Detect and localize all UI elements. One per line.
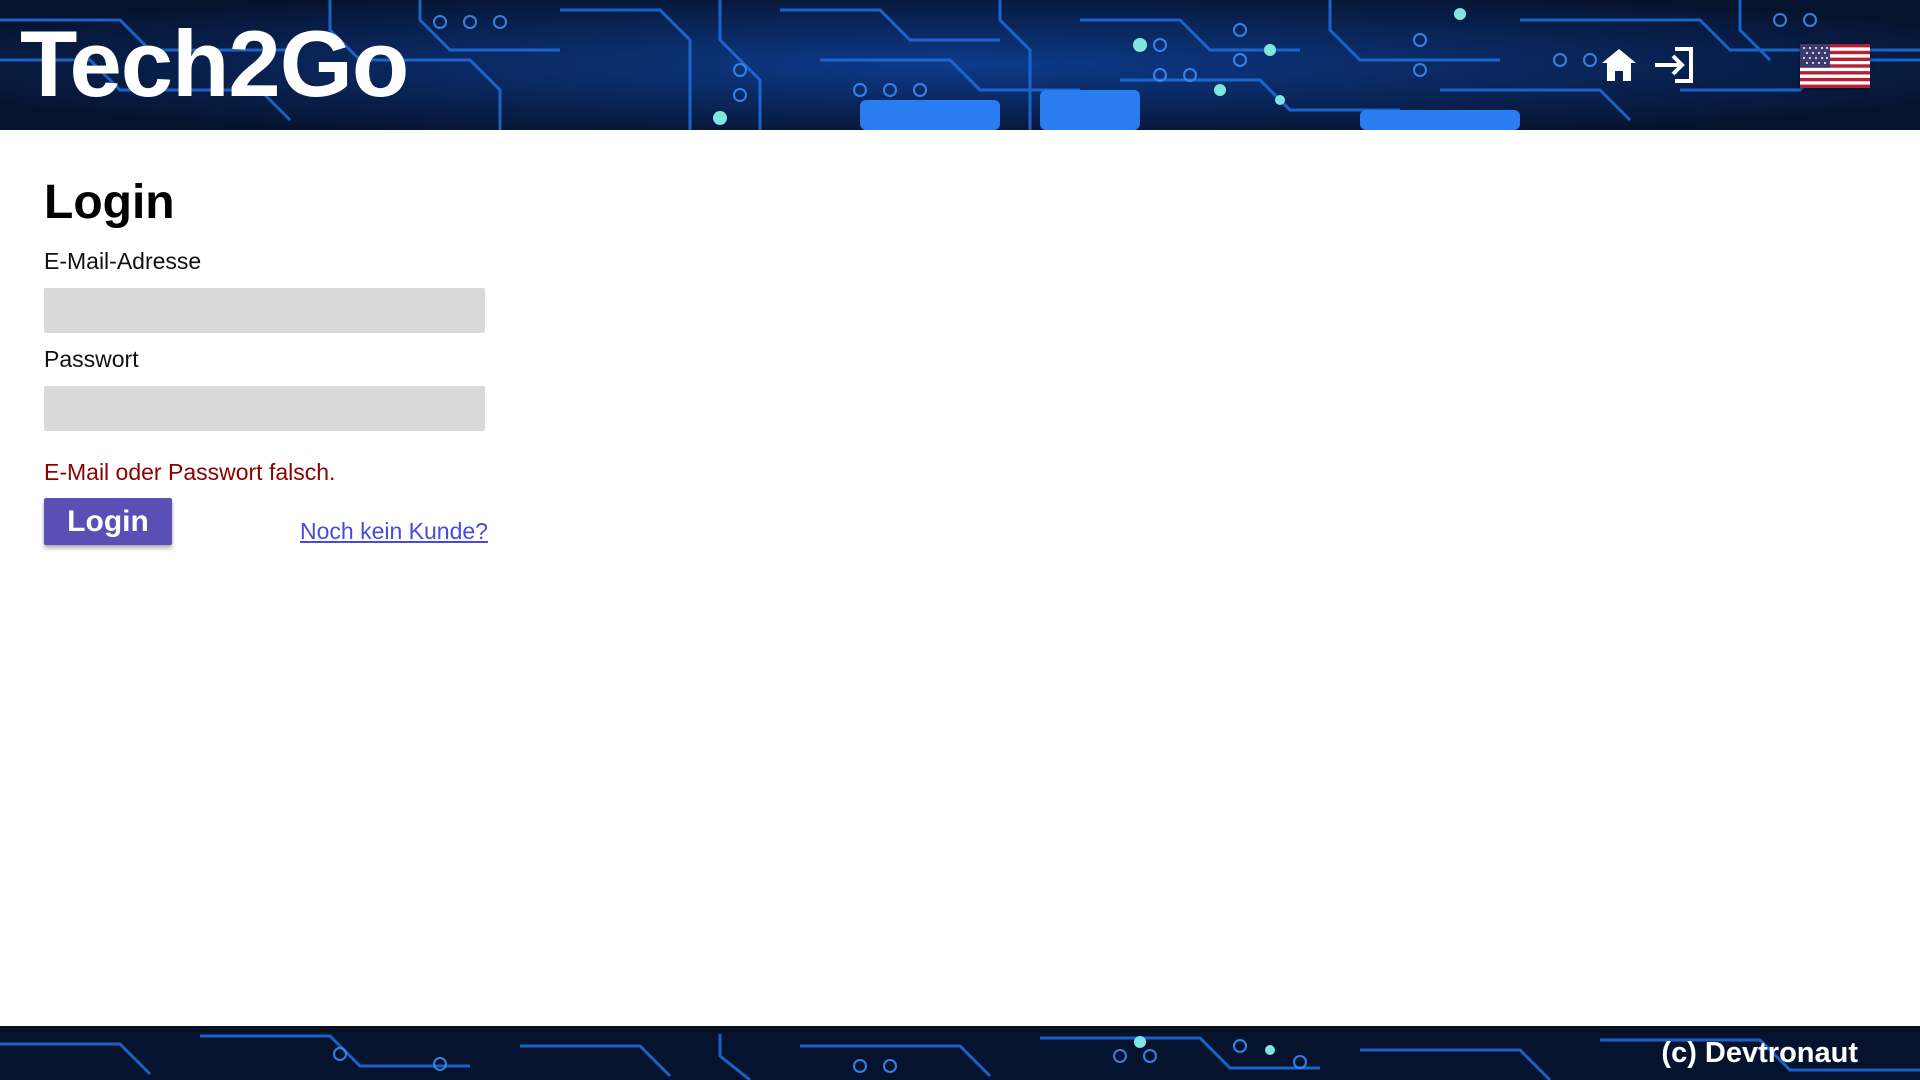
us-flag-icon[interactable]: [1800, 44, 1870, 88]
login-arrow-icon: [1655, 47, 1693, 83]
header-banner: Tech2Go: [0, 0, 1920, 130]
register-link[interactable]: Noch kein Kunde?: [300, 516, 488, 546]
login-icon[interactable]: [1652, 42, 1698, 88]
circuit-board-background: [0, 1026, 1920, 1080]
login-button[interactable]: Login: [44, 498, 172, 545]
home-icon[interactable]: [1596, 42, 1642, 88]
copyright-text: (c) Devtronaut: [1661, 1037, 1858, 1069]
email-field[interactable]: [44, 288, 485, 333]
password-label: Passwort: [44, 346, 139, 372]
brand-logo[interactable]: Tech2Go: [20, 8, 409, 120]
page: Tech2Go Login E-Mail-Adresse Passwort E-…: [0, 0, 1920, 1080]
error-message: E-Mail oder Passwort falsch.: [44, 459, 336, 485]
login-form: Login E-Mail-Adresse Passwort E-Mail ode…: [44, 160, 504, 558]
home-icon-glyph: [1602, 49, 1636, 81]
page-title: Login: [44, 176, 175, 229]
footer-banner: (c) Devtronaut: [0, 1026, 1920, 1080]
password-field[interactable]: [44, 386, 485, 431]
form-actions: Login Noch kein Kunde?: [44, 498, 504, 558]
email-label: E-Mail-Adresse: [44, 248, 202, 274]
